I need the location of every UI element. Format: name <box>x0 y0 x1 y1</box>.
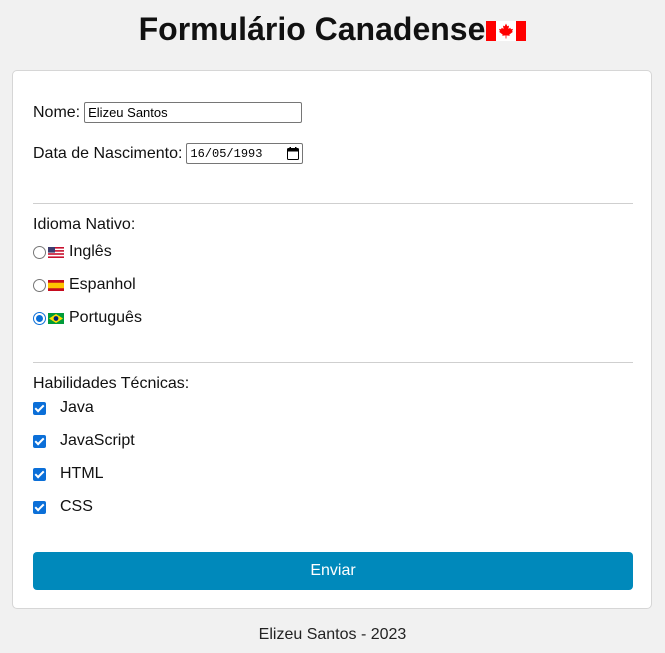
dob-value: 16/05/1993 <box>190 146 263 161</box>
checkbox-javascript[interactable] <box>33 434 46 448</box>
skill-option-javascript[interactable]: JavaScript <box>33 431 135 451</box>
dob-label: Data de Nascimento: <box>33 144 183 162</box>
page-title-text: Formulário Canadense <box>138 11 486 47</box>
skill-option-html[interactable]: HTML <box>33 464 104 484</box>
language-option-portuguese[interactable]: Português <box>33 308 142 328</box>
skill-label-java: Java <box>60 399 94 416</box>
name-row: Nome: <box>33 102 303 123</box>
checkbox-html[interactable] <box>33 467 46 481</box>
language-label-spanish: Espanhol <box>69 276 136 293</box>
radio-spanish[interactable] <box>33 278 46 292</box>
skill-label-css: CSS <box>60 498 93 515</box>
skill-label-html: HTML <box>60 465 104 482</box>
name-input[interactable] <box>84 102 303 123</box>
checkbox-css[interactable] <box>33 500 46 514</box>
page-title: Formulário Canadense <box>0 9 665 49</box>
calendar-icon[interactable] <box>287 147 300 160</box>
submit-button[interactable]: Enviar <box>33 552 633 590</box>
language-option-english[interactable]: Inglês <box>33 242 112 262</box>
checkbox-java[interactable] <box>33 401 46 415</box>
language-label-portuguese: Português <box>69 309 142 326</box>
us-flag-icon <box>48 246 64 258</box>
language-option-spanish[interactable]: Espanhol <box>33 275 136 295</box>
skills-section-label: Habilidades Técnicas: <box>33 375 190 392</box>
dob-row: Data de Nascimento: 16/05/1993 <box>33 143 304 164</box>
dob-input[interactable]: 16/05/1993 <box>186 143 304 164</box>
divider <box>33 362 633 363</box>
brazil-flag-icon <box>48 312 64 324</box>
skill-option-java[interactable]: Java <box>33 398 94 418</box>
canada-flag-icon <box>486 21 527 41</box>
language-label-english: Inglês <box>69 243 112 260</box>
radio-english[interactable] <box>33 245 46 259</box>
canadian-form: Nome: Data de Nascimento: 16/05/1993 Idi… <box>12 70 652 609</box>
spain-flag-icon <box>48 279 64 291</box>
footer-text: Elizeu Santos - 2023 <box>258 626 407 643</box>
divider <box>33 203 633 204</box>
skill-label-javascript: JavaScript <box>60 432 135 449</box>
skill-option-css[interactable]: CSS <box>33 497 93 517</box>
radio-portuguese[interactable] <box>33 311 46 325</box>
name-label: Nome: <box>33 103 81 121</box>
language-section-label: Idioma Nativo: <box>33 216 136 233</box>
